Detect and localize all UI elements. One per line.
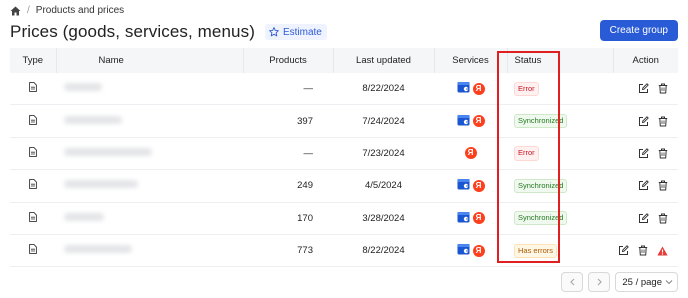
column-type[interactable]: Type [10,48,57,73]
page-size-select[interactable]: 25 / page [615,272,678,292]
column-action: Action [613,48,678,73]
yandex-icon: Я [472,179,485,192]
home-icon[interactable] [10,6,21,16]
edit-icon[interactable] [618,245,629,256]
trash-icon[interactable] [638,245,648,256]
trash-icon[interactable] [658,148,668,159]
status-badge: Synchronized [514,178,568,193]
status-badge: Has errors [514,243,558,258]
breadcrumb-separator: / [27,5,30,16]
breadcrumb: / Products and prices [10,5,124,16]
page-title: Prices (goods, services, menus) [10,22,255,41]
last-updated: 8/22/2024 [333,73,434,106]
table-header: Type Name Products Last updated Services… [10,48,678,73]
page-header: Prices (goods, services, menus) Estimate… [10,20,678,44]
estimate-label: Estimate [282,26,322,38]
column-status[interactable]: Status [507,48,614,73]
last-updated: 4/5/2024 [333,169,434,203]
edit-icon[interactable] [638,180,649,191]
trash-icon[interactable] [658,180,668,191]
document-icon [29,244,37,257]
document-icon [29,114,37,128]
services-list: Я [434,114,507,129]
google-business-icon [457,81,470,96]
edit-icon[interactable] [638,212,649,224]
status-badge: Synchronized [514,211,568,226]
yandex-icon: Я [464,147,477,160]
services-list: Я [434,81,507,96]
document-icon [29,147,37,160]
yandex-icon: Я [472,82,485,95]
services-list: Я [434,243,507,258]
google-business-icon [457,211,470,226]
trash-icon[interactable] [658,83,668,94]
table-row[interactable]: 249 4/5/2024 Я Synchronized [10,169,678,203]
products-count: — [243,137,333,171]
products-count: 170 [243,202,333,235]
chevron-right-icon [597,278,602,286]
group-name-redacted[interactable] [64,212,104,221]
products-count: 773 [243,234,333,268]
next-page-button[interactable] [588,272,611,292]
document-icon [29,211,37,225]
products-count: 249 [243,169,333,203]
chevron-left-icon [570,278,575,286]
trash-icon[interactable] [658,213,668,224]
table-row[interactable]: 170 3/28/2024 Я Synchronized [10,202,678,235]
group-name-redacted[interactable] [64,245,132,254]
pagination: 25 / page [561,272,678,292]
yandex-icon: Я [472,212,485,225]
column-name[interactable]: Name [56,48,244,73]
table-row[interactable]: —7/23/2024 Я Error [10,137,678,171]
estimate-button[interactable]: Estimate [264,24,327,40]
yandex-icon: Я [472,115,485,128]
create-group-button[interactable]: Create group [599,20,678,41]
services-list: Я [434,178,507,193]
group-name-redacted[interactable] [64,180,138,189]
group-name-redacted[interactable] [64,147,152,156]
column-services[interactable]: Services [434,48,508,73]
warning-icon[interactable] [657,246,668,256]
column-last-updated[interactable]: Last updated [333,48,435,73]
products-count: — [243,73,333,106]
prev-page-button[interactable] [561,272,584,292]
page-size-value: 25 / page [622,276,662,288]
products-count: 397 [243,104,333,138]
last-updated: 7/24/2024 [333,104,434,138]
breadcrumb-current: Products and prices [35,5,125,16]
table-row[interactable]: 773 8/22/2024 Я Has errors [10,234,678,268]
edit-icon[interactable] [638,115,649,127]
trash-icon[interactable] [658,116,668,127]
status-badge: Error [514,81,539,96]
star-icon [269,27,279,37]
prices-table: Type Name Products Last updated Services… [10,48,678,268]
column-products[interactable]: Products [243,48,334,73]
table-row[interactable]: 397 7/24/2024 Я Synchronized [10,104,678,138]
status-badge: Synchronized [514,113,568,129]
google-business-icon [457,114,470,129]
chevron-down-icon [665,280,673,285]
services-list: Я [434,211,507,226]
table-row[interactable]: —8/22/2024 Я Error [10,73,678,106]
last-updated: 7/23/2024 [333,137,434,171]
edit-icon[interactable] [638,148,649,159]
yandex-icon: Я [472,244,485,257]
last-updated: 8/22/2024 [333,234,434,268]
google-business-icon [457,243,470,258]
document-icon [29,82,37,95]
google-business-icon [457,178,470,193]
group-name-redacted[interactable] [64,115,122,124]
document-icon [29,179,37,192]
edit-icon[interactable] [638,83,649,94]
group-name-redacted[interactable] [64,83,102,92]
services-list: Я [434,147,507,160]
status-badge: Error [514,146,539,161]
last-updated: 3/28/2024 [333,202,434,235]
